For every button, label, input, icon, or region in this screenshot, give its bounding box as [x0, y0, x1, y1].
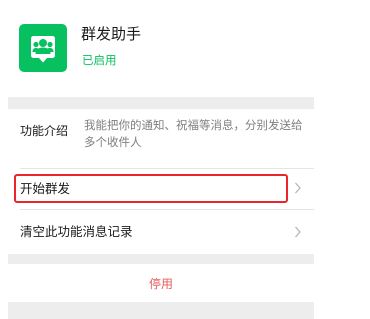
section-divider: [8, 302, 314, 319]
intro-row: 功能介绍 我能把你的通知、祝福等消息，分别发送给多个收件人: [8, 109, 314, 168]
clear-history-label: 清空此功能消息记录: [20, 224, 133, 239]
intro-label: 功能介绍: [20, 124, 69, 138]
app-name: 群发助手: [81, 25, 142, 43]
group-send-assistant-icon: [19, 24, 67, 72]
chevron-right-icon: [295, 182, 301, 194]
disable-button[interactable]: 停用: [8, 264, 314, 302]
clear-history-row[interactable]: 清空此功能消息记录: [8, 210, 314, 250]
plugin-detail-screen: 群发助手 已启用 功能介绍 我能把你的通知、祝福等消息，分别发送给多个收件人 开…: [0, 0, 314, 319]
chevron-right-icon: [295, 226, 301, 238]
intro-text: 我能把你的通知、祝福等消息，分别发送给多个收件人: [84, 118, 303, 149]
section-divider: [8, 254, 314, 264]
app-status: 已启用: [82, 53, 117, 67]
app-header: 群发助手 已启用: [0, 0, 314, 97]
highlight-annotation-box: [14, 174, 288, 203]
section-divider: [8, 97, 314, 109]
